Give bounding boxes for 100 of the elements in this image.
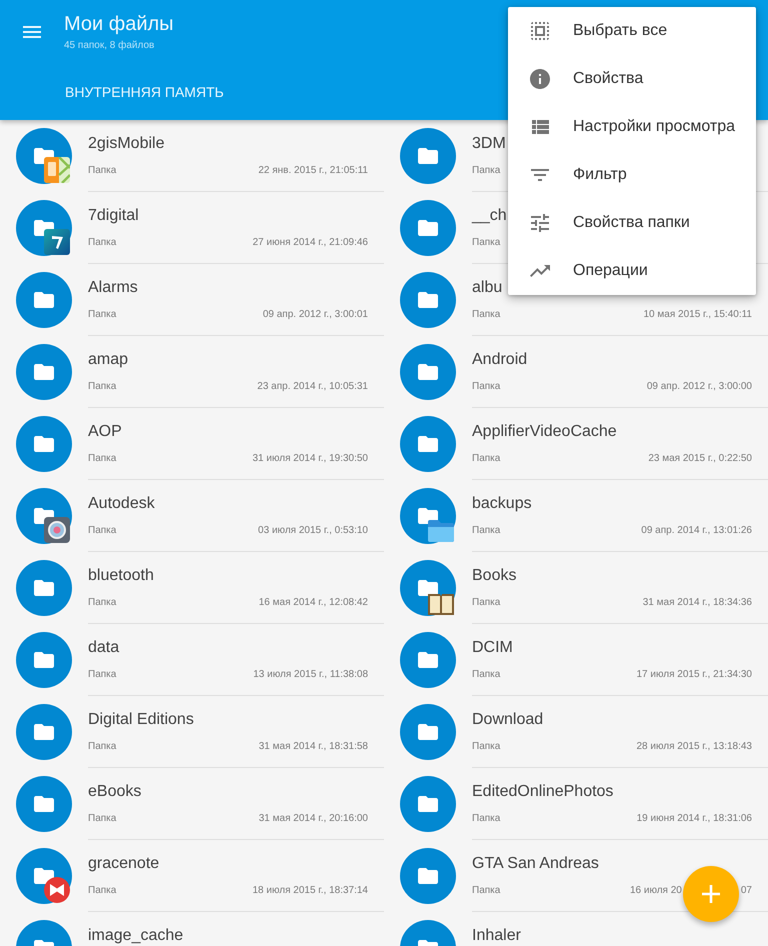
folder-name: GTA San Andreas [472, 854, 599, 874]
folder-date: 10 мая 2015 г., 15:40:11 [643, 309, 752, 321]
folder-name: 7digital [88, 206, 139, 226]
folder-date: 28 июля 2015 г., 13:18:43 [636, 741, 752, 753]
folder-type: Папка [472, 525, 500, 537]
folder-badge-icon [428, 517, 454, 543]
folder-name: Digital Editions [88, 710, 194, 730]
folder-type: Папка [88, 453, 116, 465]
folder-name: eBooks [88, 782, 142, 802]
folder-date: 31 мая 2014 г., 18:31:58 [258, 741, 368, 753]
folder-type: Папка [472, 741, 500, 753]
sliders-icon [528, 211, 552, 235]
map-tile-icon [44, 157, 70, 183]
menu-item[interactable]: Свойства [508, 55, 756, 103]
folder-name: Download [472, 710, 544, 730]
folder-date: 23 мая 2015 г., 0:22:50 [648, 453, 752, 465]
folder-icon [400, 416, 456, 472]
folder-icon [16, 344, 72, 400]
folder-type: Папка [88, 525, 116, 537]
folder-type: Папка [88, 381, 116, 393]
folder-type: Папка [88, 237, 116, 249]
folder-icon [16, 776, 72, 832]
folder-icon [400, 272, 456, 328]
folder-name: image_cache [88, 926, 184, 946]
folder-date: 13 июля 2015 г., 11:38:08 [253, 669, 368, 681]
folder-count: 45 папок, 8 файлов [64, 40, 154, 52]
folder-icon [16, 704, 72, 760]
folder-name: AOP [88, 422, 122, 442]
menu-item[interactable]: Фильтр [508, 151, 756, 199]
folder-type: Папка [88, 813, 116, 825]
folder-name: 2gisMobile [88, 134, 164, 154]
folder-name: Autodesk [88, 494, 155, 514]
folder-name: bluetooth [88, 566, 154, 586]
folder-type: Папка [472, 597, 500, 609]
folder-icon [400, 632, 456, 688]
folder-type: Папка [88, 669, 116, 681]
folder-date: 31 мая 2014 г., 18:34:36 [642, 597, 752, 609]
folder-type: Папка [472, 165, 500, 177]
folder-name: gracenote [88, 854, 160, 874]
folder-type: Папка [472, 309, 500, 321]
folder-type: Папка [472, 237, 500, 249]
folder-name: albu [472, 278, 502, 298]
folder-type: Папка [88, 309, 116, 321]
folder-date: 31 июля 2014 г., 19:30:50 [252, 453, 368, 465]
folder-date: 09 апр. 2012 г., 3:00:01 [262, 309, 368, 321]
app-tile-icon [44, 229, 70, 255]
folder-name: Inhaler [472, 926, 521, 946]
folder-date: 22 янв. 2015 г., 21:05:11 [258, 165, 368, 177]
folder-type: Папка [472, 381, 500, 393]
folder-name: data [88, 638, 120, 658]
folder-type: Папка [472, 813, 500, 825]
folder-name: ApplifierVideoCache [472, 422, 617, 442]
folder-date: 09 апр. 2014 г., 13:01:26 [641, 525, 752, 537]
folder-date: 17 июля 2015 г., 21:34:30 [636, 669, 752, 681]
folder-name: 3DM [472, 134, 506, 154]
bowtie-icon [44, 877, 70, 903]
folder-name: EditedOnlinePhotos [472, 782, 614, 802]
folder-name: DCIM [472, 638, 513, 658]
folder-date: 16 июля 20 [630, 885, 682, 897]
folder-name: __ch [472, 206, 507, 226]
folder-icon [400, 344, 456, 400]
menu-item[interactable]: Свойства папки [508, 199, 756, 247]
folder-type: Папка [88, 741, 116, 753]
folder-type: Папка [472, 885, 500, 897]
folder-icon [16, 416, 72, 472]
folder-date: 07 [740, 885, 752, 897]
folder-icon [400, 200, 456, 256]
folder-icon [16, 632, 72, 688]
folder-name: Books [472, 566, 516, 586]
folder-icon [400, 704, 456, 760]
menu-item[interactable]: Выбрать все [508, 7, 756, 55]
lens-icon [44, 517, 70, 543]
folder-name: backups [472, 494, 532, 514]
folder-icon [16, 272, 72, 328]
folder-name: Alarms [88, 278, 138, 298]
app-title: Мои файлы [64, 12, 174, 36]
folder-date: 31 мая 2014 г., 20:16:00 [258, 813, 368, 825]
folder-icon [400, 776, 456, 832]
folder-icon [16, 560, 72, 616]
folder-date: 27 июня 2014 г., 21:09:46 [252, 237, 368, 249]
menu-item[interactable]: Настройки просмотра [508, 103, 756, 151]
folder-icon [400, 848, 456, 904]
plus-icon [702, 885, 720, 903]
folder-type: Папка [88, 597, 116, 609]
folder-icon [400, 128, 456, 184]
folder-name: Android [472, 350, 528, 370]
add-button[interactable] [683, 866, 739, 922]
menu-item[interactable]: Операции [508, 247, 756, 295]
folder-date: 03 июля 2015 г., 0:53:10 [258, 525, 368, 537]
folder-date: 16 мая 2014 г., 12:08:42 [258, 597, 368, 609]
folder-type: Папка [472, 453, 500, 465]
folder-type: Папка [88, 885, 116, 897]
select-all-icon [528, 19, 552, 43]
folder-date: 09 апр. 2012 г., 3:00:00 [646, 381, 752, 393]
folder-date: 18 июля 2015 г., 18:37:14 [252, 885, 368, 897]
folder-date: 19 июня 2014 г., 18:31:06 [636, 813, 752, 825]
folder-name: amap [88, 350, 128, 370]
info-icon [528, 67, 552, 91]
folder-type: Папка [472, 669, 500, 681]
folder-type: Папка [88, 165, 116, 177]
